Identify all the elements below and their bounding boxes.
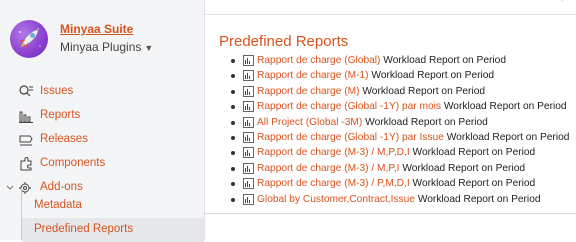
nav-label: Issues [40, 85, 74, 97]
page-title: Predefined Reports [219, 33, 349, 50]
bullet [231, 151, 235, 156]
subnav-item-predefined-reports[interactable]: Predefined Reports [22, 218, 204, 242]
bullet [231, 135, 235, 140]
report-description: Workload Report on Period [371, 70, 495, 82]
top-bar: ˇ [205, 0, 576, 15]
report-link-text[interactable]: Rapport de charge (Global -1Y) par mois [257, 101, 441, 112]
project-header: Minyaa Suite Minyaa Plugins ▼ [10, 18, 200, 68]
report-link-text[interactable]: Rapport de charge (M-3) / M,P,I [257, 163, 400, 174]
project-name-link[interactable]: Minyaa Suite [60, 22, 133, 36]
report-link-text[interactable]: Rapport de charge (M-3) / M,P,D,I [257, 147, 410, 158]
report-link-text[interactable]: Rapport de charge (M-1) [257, 70, 369, 81]
releases-icon [18, 132, 34, 148]
report-chart-icon [243, 193, 254, 205]
report-chart-icon [243, 101, 254, 113]
report-chart-icon [243, 55, 254, 66]
report-link[interactable]: Rapport de charge (M-3) / M,P,I Workload… [257, 161, 525, 176]
bullet [231, 105, 235, 110]
project-subtitle: Minyaa Plugins [60, 40, 142, 54]
report-link[interactable]: Rapport de charge (Global -1Y) par Issue… [257, 130, 569, 145]
issues-icon [18, 84, 34, 100]
report-description: Workload Report on Period [412, 147, 536, 159]
report-link-text[interactable]: Rapport de charge (M-3) / P,M,D,I [257, 178, 410, 189]
project-switcher[interactable]: Minyaa Plugins ▼ [60, 40, 153, 54]
nav-label: Add-ons [40, 181, 83, 193]
report-chart-icon [243, 178, 254, 190]
reports-icon [18, 108, 34, 124]
report-description: Workload Report on Period [362, 85, 486, 97]
report-description: Workload Report on Period [365, 116, 488, 128]
bullet [231, 59, 235, 63]
report-description: Workload Report on Period [412, 178, 536, 190]
bullet [231, 182, 235, 187]
bullet [231, 120, 235, 125]
report-chart-icon [243, 162, 254, 174]
report-description: Workload Report on Period [383, 55, 506, 66]
report-link[interactable]: All Project (Global -3M) Workload Report… [257, 115, 488, 130]
bullet [231, 166, 235, 171]
nav-item-issues[interactable]: Issues [0, 80, 204, 104]
chevron-down-icon: ▼ [144, 43, 154, 53]
report-link-text[interactable]: All Project (Global -3M) [257, 117, 362, 128]
divider [205, 213, 576, 214]
main-content: ˇ Predefined Reports Rapport de charge (… [205, 0, 576, 240]
report-chart-icon [243, 131, 254, 143]
rocket-icon[interactable] [10, 20, 48, 58]
report-description: Workload Report on Period [402, 162, 526, 174]
subnav-item-metadata[interactable]: Metadata [22, 194, 204, 218]
report-link[interactable]: Rapport de charge (M-3) / P,M,D,I Worklo… [257, 176, 535, 191]
nav-label: Releases [40, 133, 88, 145]
subnav-label: Metadata [34, 199, 82, 211]
report-link-text[interactable]: Rapport de charge (Global) [257, 55, 380, 66]
nav-item-components[interactable]: Components [0, 152, 204, 176]
report-link[interactable]: Rapport de charge (Global) Workload Repo… [257, 53, 506, 68]
report-link[interactable]: Rapport de charge (M-3) / M,P,D,I Worklo… [257, 145, 535, 160]
report-chart-icon [243, 85, 254, 97]
nav-item-releases[interactable]: Releases [0, 128, 204, 152]
nav-label: Components [40, 157, 106, 169]
report-link[interactable]: Rapport de charge (Global -1Y) par mois … [257, 99, 567, 114]
report-chart-icon [243, 116, 254, 128]
report-link[interactable]: Rapport de charge (M-1) Workload Report … [257, 68, 494, 83]
report-link-text[interactable]: Rapport de charge (M) [257, 86, 360, 97]
report-description: Workload Report on Period [443, 101, 567, 113]
report-link[interactable]: Global by Customer,Contract,Issue Worklo… [257, 192, 541, 207]
bullet [231, 197, 235, 202]
subnav-label: Predefined Reports [34, 223, 134, 235]
report-description: Workload Report on Period [446, 131, 570, 143]
nav-label: Reports [40, 109, 81, 121]
report-link-text[interactable]: Rapport de charge (Global -1Y) par Issue [257, 132, 444, 143]
sidebar: Minyaa Suite Minyaa Plugins ▼ Issues Repo… [0, 0, 205, 242]
report-chart-icon [243, 147, 254, 159]
report-link[interactable]: Rapport de charge (M) Workload Report on… [257, 84, 485, 99]
bullet [231, 89, 235, 94]
nav-item-reports[interactable]: Reports [0, 104, 204, 128]
components-icon [18, 156, 34, 172]
report-chart-icon [243, 70, 254, 82]
bullet [231, 74, 235, 79]
report-link-text[interactable]: Global by Customer,Contract,Issue [257, 194, 415, 205]
report-description: Workload Report on Period [417, 193, 541, 205]
